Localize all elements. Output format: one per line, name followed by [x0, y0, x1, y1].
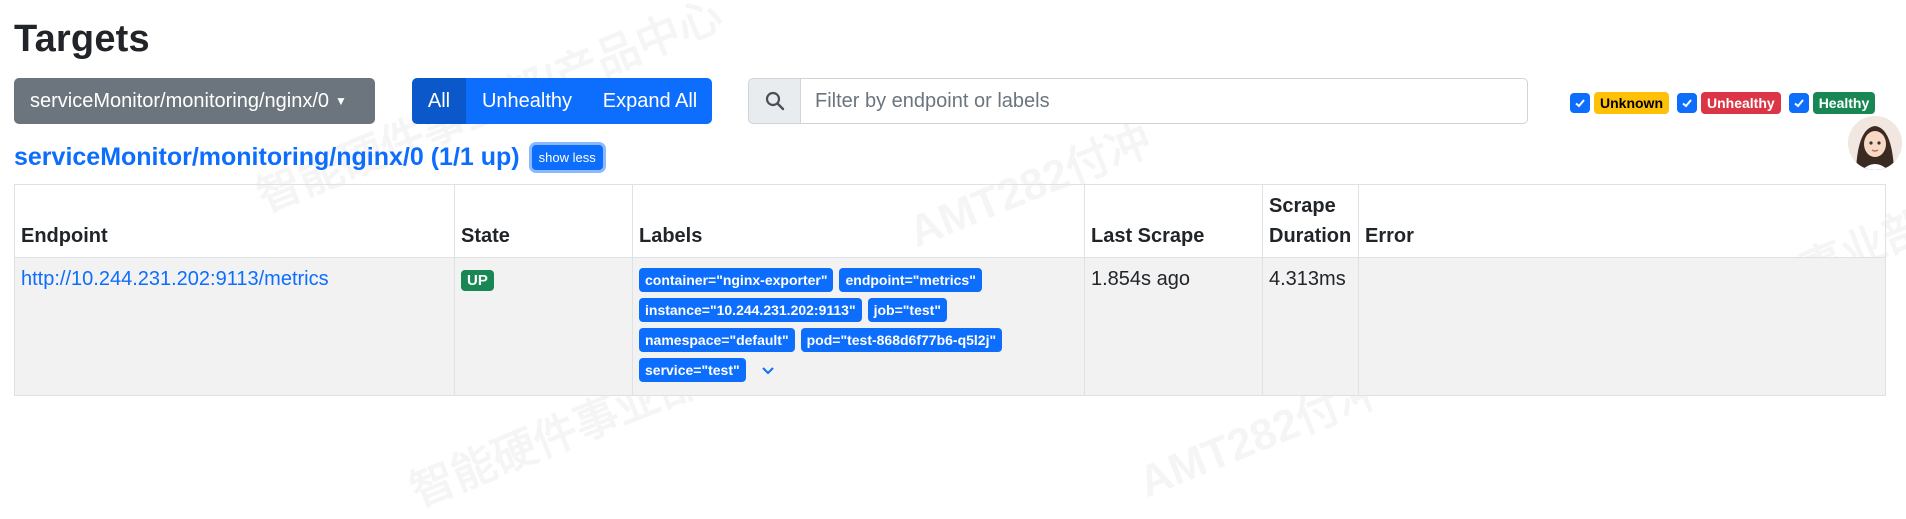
scrape-duration-cell: 4.313ms — [1262, 257, 1359, 396]
label-badge: service="test" — [639, 358, 746, 382]
check-icon — [1682, 99, 1692, 108]
avatar[interactable] — [1848, 116, 1902, 170]
health-filters: Unknown Unhealthy Healthy — [1570, 92, 1879, 114]
search-input[interactable] — [800, 78, 1528, 124]
healthy-checkbox[interactable] — [1788, 93, 1809, 113]
label-badge: container="nginx-exporter" — [639, 268, 834, 292]
endpoint-cell: http://10.244.231.202:9113/metrics — [14, 257, 455, 396]
filter-all-button[interactable]: All — [412, 78, 466, 124]
expand-all-button[interactable]: Expand All — [588, 78, 712, 124]
col-endpoint: Endpoint — [14, 184, 455, 258]
col-scrape-duration: Scrape Duration — [1262, 184, 1359, 258]
unhealthy-badge: Unhealthy — [1701, 92, 1781, 114]
caret-down-icon: ▼ — [335, 94, 347, 108]
table-header-row: Endpoint State Labels Last Scrape Scrape… — [14, 184, 1886, 258]
endpoint-link[interactable]: http://10.244.231.202:9113/metrics — [21, 268, 329, 290]
pool-title-link[interactable]: serviceMonitor/monitoring/nginx/0 (1/1 u… — [14, 143, 520, 172]
check-icon — [1794, 99, 1804, 108]
scrape-pool-dropdown[interactable]: serviceMonitor/monitoring/nginx/0 ▼ — [14, 78, 375, 124]
col-state: State — [454, 184, 633, 258]
check-icon — [1575, 99, 1585, 108]
label-badge: endpoint="metrics" — [839, 268, 982, 292]
unknown-badge: Unknown — [1594, 92, 1669, 114]
error-cell — [1358, 257, 1886, 396]
filter-button-group: All Unhealthy Expand All — [412, 78, 712, 124]
last-scrape-cell: 1.854s ago — [1084, 257, 1263, 396]
label-badge: namespace="default" — [639, 328, 795, 352]
labels-cell: container="nginx-exporter" endpoint="met… — [632, 257, 1085, 396]
search-box — [748, 78, 1528, 124]
label-badge: instance="10.244.231.202:9113" — [639, 298, 862, 322]
healthy-badge: Healthy — [1812, 92, 1876, 114]
pool-header: serviceMonitor/monitoring/nginx/0 (1/1 u… — [14, 143, 603, 172]
col-labels: Labels — [632, 184, 1085, 258]
scrape-pool-selected: serviceMonitor/monitoring/nginx/0 — [30, 89, 330, 112]
table-row: http://10.244.231.202:9113/metrics UP co… — [14, 257, 1886, 396]
col-last-scrape: Last Scrape — [1084, 184, 1263, 258]
col-error: Error — [1358, 184, 1886, 258]
unknown-checkbox[interactable] — [1570, 93, 1590, 113]
filter-unhealthy-button[interactable]: Unhealthy — [466, 78, 588, 124]
chevron-down-icon[interactable] — [760, 358, 776, 382]
page-title: Targets — [14, 18, 150, 60]
show-less-button[interactable]: show less — [531, 145, 603, 170]
unhealthy-checkbox[interactable] — [1677, 93, 1697, 113]
label-badge: pod="test-868d6f77b6-q5l2j" — [800, 328, 1003, 352]
label-badge: job="test" — [867, 298, 947, 322]
search-icon — [748, 78, 800, 124]
state-cell: UP — [454, 257, 633, 396]
state-badge: UP — [461, 270, 494, 291]
targets-table: Endpoint State Labels Last Scrape Scrape… — [14, 184, 1886, 396]
